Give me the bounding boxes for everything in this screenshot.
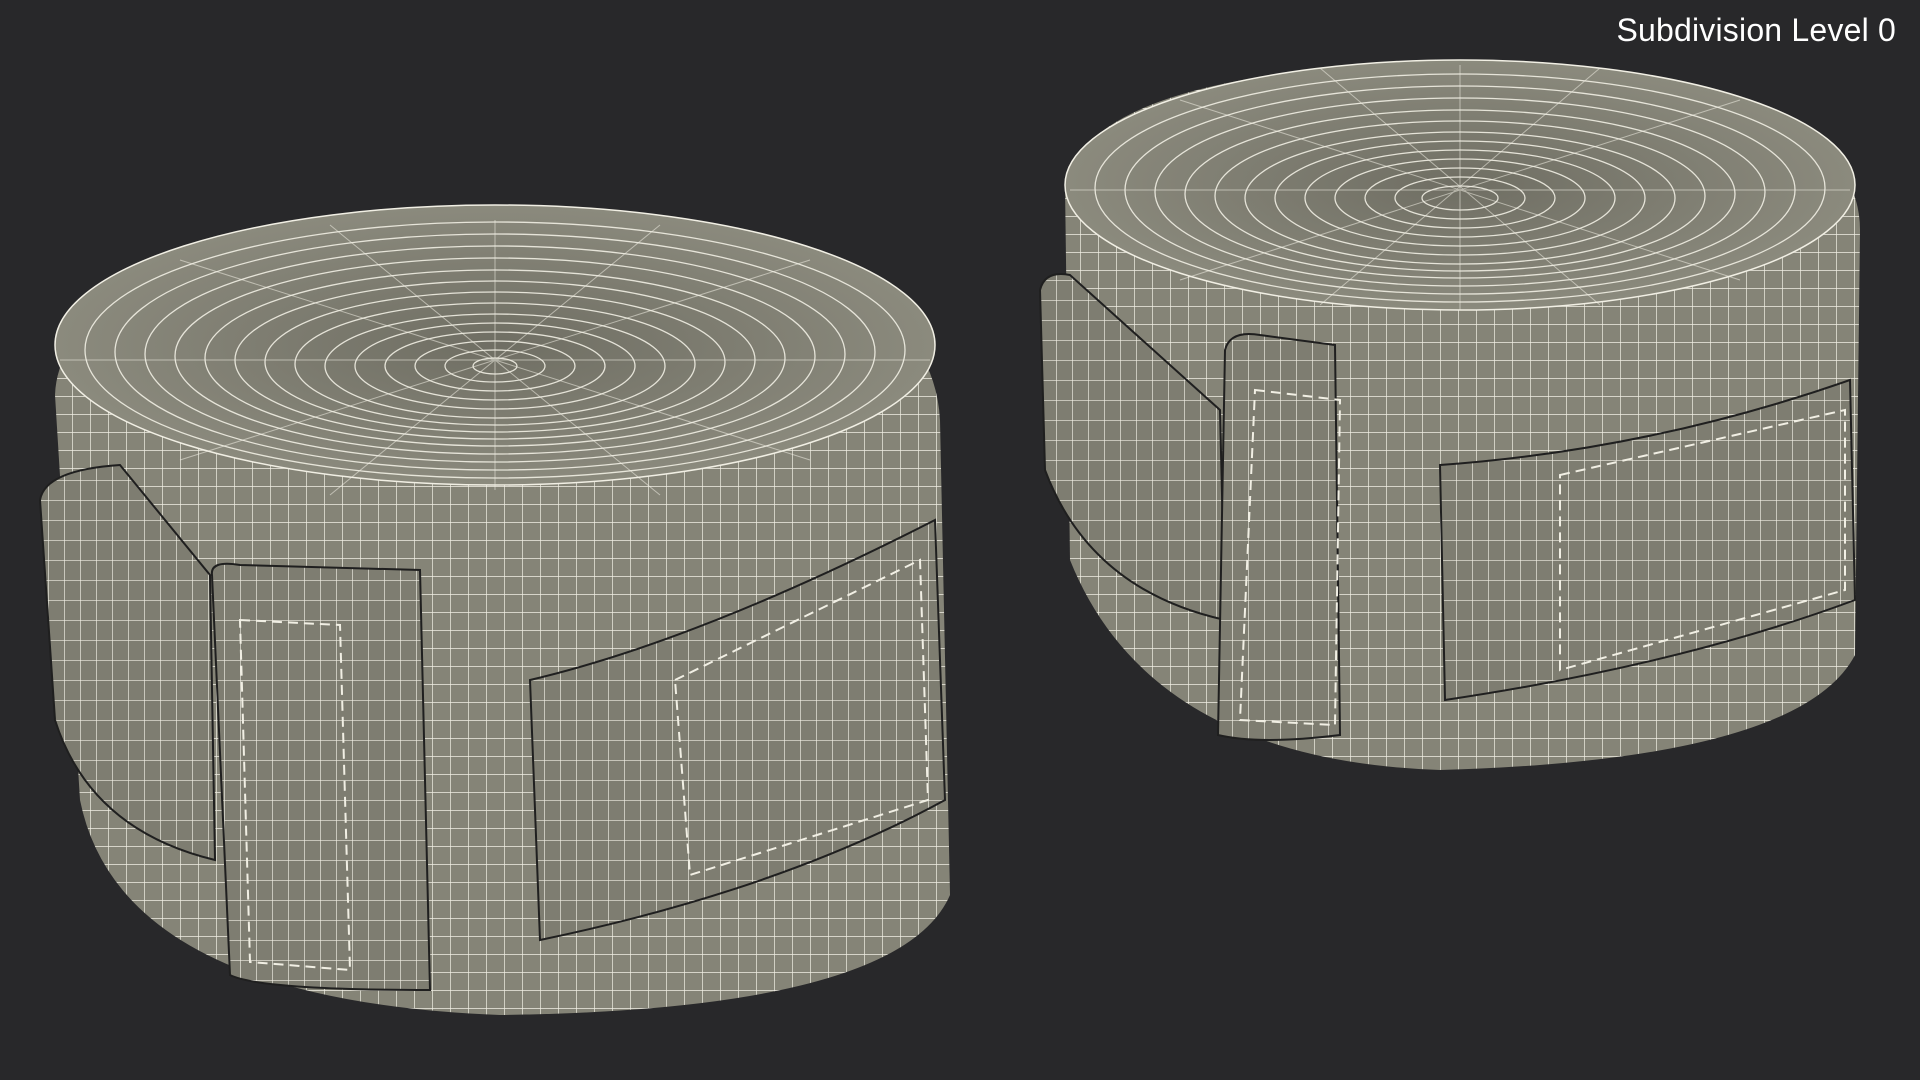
viewport-scene[interactable] [0, 0, 1920, 1080]
roll-right-top [1064, 59, 1856, 311]
roll-right-vertical-tab [1216, 333, 1342, 741]
bandage-roll-right[interactable] [1038, 59, 1860, 770]
roll-left-vertical-tab [210, 562, 432, 992]
3d-viewport[interactable]: Subdivision Level 0 [0, 0, 1920, 1080]
bandage-roll-left[interactable] [38, 204, 950, 1015]
subdivision-level-label: Subdivision Level 0 [1616, 12, 1896, 48]
